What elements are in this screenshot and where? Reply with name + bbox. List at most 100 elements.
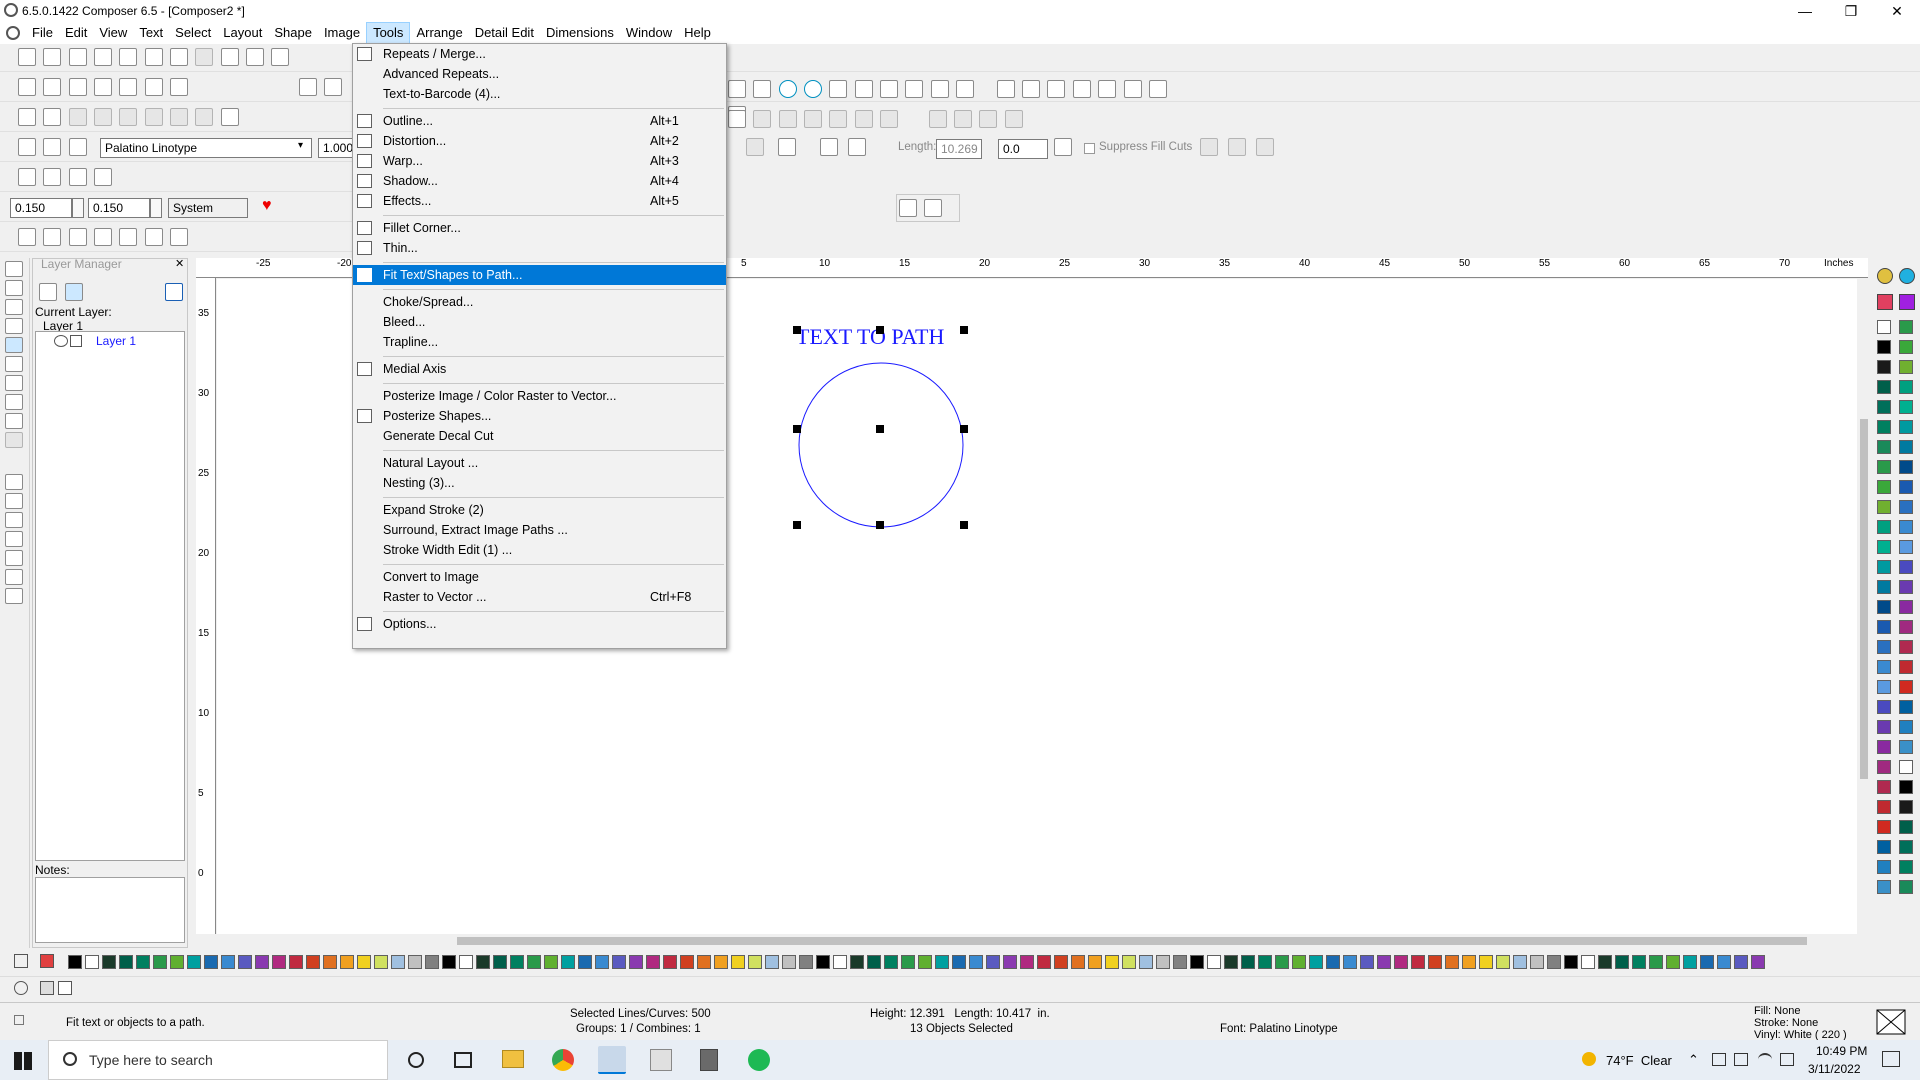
color-swatch[interactable] bbox=[1258, 955, 1272, 969]
color-swatch[interactable] bbox=[1899, 840, 1913, 854]
font-select[interactable]: Palatino Linotype bbox=[100, 138, 312, 158]
color-swatch[interactable] bbox=[1751, 955, 1765, 969]
layer-settings-icon[interactable] bbox=[65, 283, 83, 301]
distribute-icon[interactable] bbox=[854, 80, 873, 98]
color-swatch[interactable] bbox=[1139, 955, 1153, 969]
text-tool-icon[interactable] bbox=[18, 138, 36, 156]
color-swatch[interactable] bbox=[629, 955, 643, 969]
color-swatch[interactable] bbox=[1877, 400, 1891, 414]
color-swatch[interactable] bbox=[1899, 680, 1913, 694]
offset-input[interactable]: 0.0 bbox=[998, 139, 1048, 159]
path-tool-icon[interactable] bbox=[746, 138, 764, 156]
line-tool3-icon[interactable] bbox=[979, 110, 998, 128]
grid-icon[interactable] bbox=[930, 80, 949, 98]
fill-f-icon[interactable] bbox=[18, 228, 36, 246]
tools-menu-medial-axis[interactable]: Medial Axis bbox=[353, 359, 726, 379]
color-swatch[interactable] bbox=[1088, 955, 1102, 969]
color-swatch[interactable] bbox=[1377, 955, 1391, 969]
stroke-width-input-1[interactable]: 0.150 bbox=[10, 198, 72, 218]
file-explorer-icon[interactable] bbox=[502, 1050, 524, 1068]
color-swatch[interactable] bbox=[663, 955, 677, 969]
color-swatch[interactable] bbox=[408, 955, 422, 969]
color-swatch[interactable] bbox=[1877, 600, 1891, 614]
color-swatch[interactable] bbox=[1360, 955, 1374, 969]
color-swatch[interactable] bbox=[1899, 520, 1913, 534]
skew-icon[interactable] bbox=[119, 78, 138, 96]
image-tool2-icon[interactable] bbox=[94, 108, 113, 126]
tools-menu-fillet-corner[interactable]: Fillet Corner... bbox=[353, 218, 726, 238]
node-tool-b-icon[interactable] bbox=[924, 199, 943, 217]
color-swatch[interactable] bbox=[1899, 420, 1913, 434]
color-swatch[interactable] bbox=[680, 955, 694, 969]
selection-handle[interactable] bbox=[793, 326, 801, 334]
align-center-icon[interactable] bbox=[1022, 80, 1041, 98]
vertical-scrollbar[interactable] bbox=[1857, 279, 1871, 934]
node-tool3-icon[interactable] bbox=[804, 110, 823, 128]
eraser-icon[interactable] bbox=[5, 432, 23, 448]
length-input[interactable]: 10.269 bbox=[936, 139, 982, 159]
text-tool-icon[interactable] bbox=[5, 261, 23, 277]
color-swatch[interactable] bbox=[1479, 955, 1493, 969]
tray-icon-2[interactable] bbox=[1734, 1053, 1748, 1066]
calculator-icon[interactable] bbox=[700, 1049, 718, 1071]
brush-icon[interactable] bbox=[220, 108, 239, 126]
color-swatch[interactable] bbox=[1877, 580, 1891, 594]
mirror-icon[interactable] bbox=[829, 80, 848, 98]
align-width-icon[interactable] bbox=[43, 78, 62, 96]
color-swatch[interactable] bbox=[1411, 955, 1425, 969]
color-swatch[interactable] bbox=[1292, 955, 1306, 969]
color-swatch[interactable] bbox=[884, 955, 898, 969]
windows-start-icon[interactable] bbox=[14, 1052, 32, 1070]
pen-tool-icon[interactable] bbox=[5, 299, 23, 315]
eye-icon[interactable] bbox=[54, 335, 68, 347]
minimize-button[interactable]: — bbox=[1782, 0, 1828, 22]
open-icon[interactable] bbox=[43, 48, 62, 66]
node-arrows-icon[interactable] bbox=[68, 168, 87, 186]
measure-icon[interactable] bbox=[68, 78, 87, 96]
swatch-none-icon[interactable] bbox=[40, 981, 54, 995]
cut-icon[interactable] bbox=[94, 48, 113, 66]
color-swatch[interactable] bbox=[952, 955, 966, 969]
target2-icon[interactable] bbox=[804, 80, 823, 98]
group-icon[interactable] bbox=[728, 80, 746, 98]
eyedropper-icon[interactable] bbox=[5, 413, 23, 429]
color-swatch[interactable] bbox=[1899, 340, 1913, 354]
color-swatch[interactable] bbox=[238, 955, 252, 969]
tools-menu-effects[interactable]: Effects... Alt+5 bbox=[353, 191, 726, 211]
tools-menu-repeats-merge[interactable]: Repeats / Merge... bbox=[353, 44, 726, 64]
tools-menu-nesting-3[interactable]: Nesting (3)... bbox=[353, 473, 726, 493]
color-swatch[interactable] bbox=[1428, 955, 1442, 969]
tools-menu-posterize-image-color-raster-to-vector[interactable]: Posterize Image / Color Raster to Vector… bbox=[353, 386, 726, 406]
color-swatch[interactable] bbox=[1054, 955, 1068, 969]
rotate-icon[interactable] bbox=[94, 78, 113, 96]
node-tool-icon[interactable] bbox=[753, 110, 772, 128]
selection-handle[interactable] bbox=[960, 521, 968, 529]
align-top-icon[interactable] bbox=[1072, 80, 1091, 98]
path-break-icon[interactable] bbox=[778, 138, 796, 156]
color-swatch[interactable] bbox=[850, 955, 864, 969]
color-swatch[interactable] bbox=[136, 955, 150, 969]
color-swatch[interactable] bbox=[493, 955, 507, 969]
color-swatch[interactable] bbox=[1899, 360, 1913, 374]
redo-icon[interactable] bbox=[195, 48, 214, 66]
menu-file[interactable]: File bbox=[26, 23, 59, 43]
palette-tool3-icon[interactable] bbox=[1877, 294, 1893, 310]
color-swatch[interactable] bbox=[1547, 955, 1561, 969]
image-tool5-icon[interactable] bbox=[170, 108, 189, 126]
color-swatch[interactable] bbox=[1899, 600, 1913, 614]
color-swatch[interactable] bbox=[1877, 560, 1891, 574]
color-swatch[interactable] bbox=[578, 955, 592, 969]
palette-tool-icon[interactable] bbox=[1877, 268, 1893, 284]
menu-arrange[interactable]: Arrange bbox=[410, 23, 468, 43]
color-swatch[interactable] bbox=[1207, 955, 1221, 969]
dots-tool-icon[interactable] bbox=[5, 550, 23, 566]
color-swatch[interactable] bbox=[119, 955, 133, 969]
color-swatch[interactable] bbox=[1071, 955, 1085, 969]
palette-swap-icon[interactable] bbox=[40, 954, 54, 968]
image-tool-icon[interactable] bbox=[5, 394, 23, 410]
color-swatch[interactable] bbox=[1564, 955, 1578, 969]
stepper-1-icon[interactable] bbox=[72, 198, 84, 218]
color-swatch[interactable] bbox=[85, 955, 99, 969]
layer-1-item[interactable]: Layer 1 bbox=[96, 334, 136, 348]
color-swatch[interactable] bbox=[1877, 520, 1891, 534]
